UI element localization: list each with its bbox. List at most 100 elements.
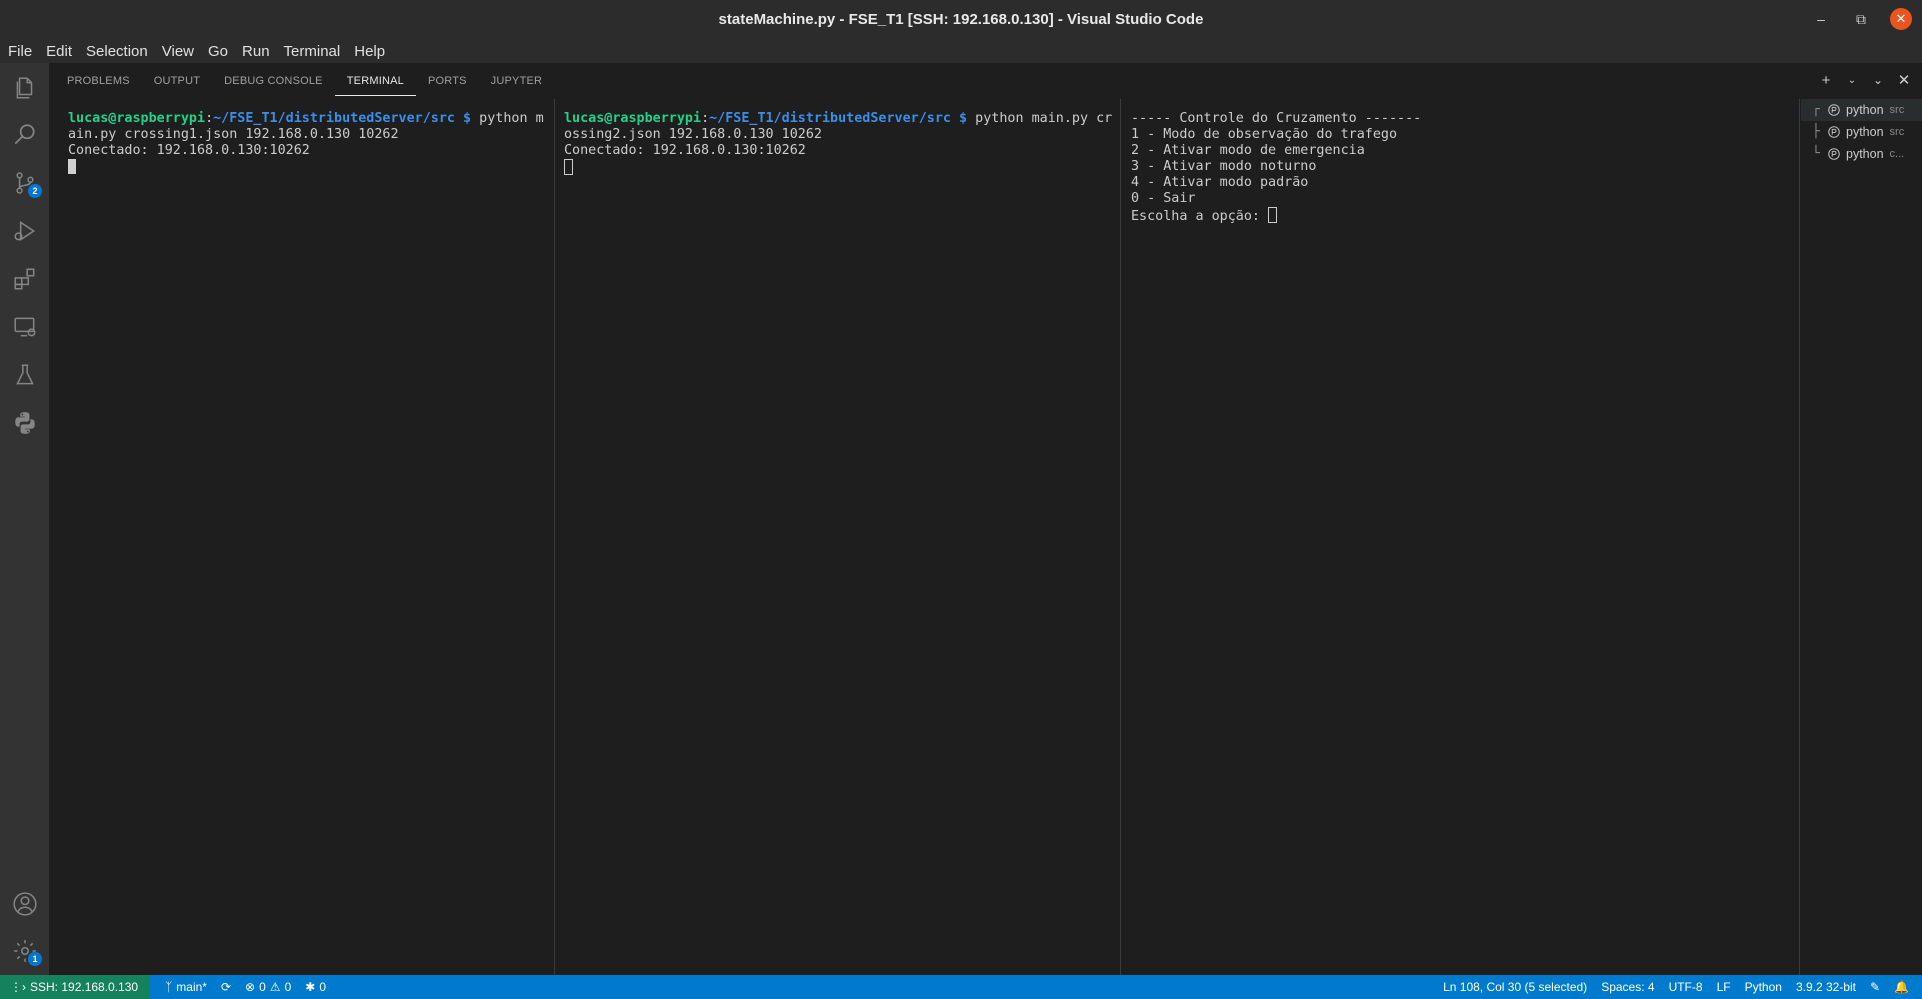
terminal-list-item[interactable]: ├ python src <box>1801 121 1922 143</box>
end-of-line[interactable]: LF <box>1710 975 1738 999</box>
menu-line: Escolha a opção: <box>1131 207 1799 224</box>
terminal-list-item[interactable]: ┌ python src <box>1801 99 1922 121</box>
python-icon <box>1828 104 1840 116</box>
command-text: python main.py cr <box>975 111 1113 126</box>
menu-line: 0 - Sair <box>1131 191 1196 206</box>
menu-line: 1 - Modo de observação do trafego <box>1131 127 1398 142</box>
window-title: stateMachine.py - FSE_T1 [SSH: 192.168.0… <box>718 11 1204 28</box>
tree-connector: └ <box>1812 146 1820 161</box>
terminal-line: Conectado: 192.168.0.130:10262 <box>68 143 310 158</box>
menu-line: 2 - Ativar modo de emergencia <box>1131 143 1365 158</box>
tab-problems[interactable]: PROBLEMS <box>67 73 142 95</box>
problems-indicator[interactable]: ⊗ 0 ⚠ 0 <box>238 975 298 999</box>
testing-icon[interactable] <box>0 353 49 397</box>
launch-profile-icon[interactable]: ⌄ <box>1844 75 1860 86</box>
language-mode[interactable]: Python <box>1738 975 1789 999</box>
prompt-dollar: $ <box>454 111 480 126</box>
branch-indicator[interactable]: ᛉ main* <box>158 975 214 999</box>
terminal-line: Conectado: 192.168.0.130:10262 <box>564 143 806 158</box>
branch-label: main* <box>176 980 207 994</box>
extensions-icon[interactable] <box>0 257 49 301</box>
manage-icon[interactable] <box>0 929 49 973</box>
warning-count: 0 <box>284 980 292 994</box>
option-prompt: Escolha a opção: <box>1131 209 1269 224</box>
close-panel-icon[interactable]: ✕ <box>1896 71 1912 89</box>
cursor-position[interactable]: Ln 108, Col 30 (5 selected) <box>1436 975 1594 999</box>
prompt-path: ~/FSE_T1/distributedServer/src <box>709 111 951 126</box>
remote-indicator[interactable]: ⋮› SSH: 192.168.0.130 <box>0 975 151 999</box>
prompt-user: lucas@raspberrypi <box>68 111 206 126</box>
terminal-list: ┌ python src ├ python src └ python c... <box>1801 99 1922 165</box>
prompt-path: ~/FSE_T1/distributedServer/src <box>213 111 455 126</box>
terminal-line: ain.py crossing1.json 192.168.0.130 1026… <box>68 127 399 142</box>
menu-selection[interactable]: Selection <box>82 43 154 60</box>
terminal-desc: src <box>1889 104 1905 116</box>
tab-jupyter[interactable]: JUPYTER <box>479 73 555 95</box>
python-interpreter[interactable]: 3.9.2 32-bit <box>1789 975 1863 999</box>
source-control-icon[interactable] <box>0 161 49 205</box>
menu-edit[interactable]: Edit <box>42 43 78 60</box>
terminal-pane-3[interactable]: ----- Controle do Cruzamento ------- 1 - … <box>1121 99 1800 975</box>
search-icon[interactable] <box>0 113 49 157</box>
terminal-cursor <box>1268 207 1278 223</box>
remote-explorer-icon[interactable] <box>0 305 49 349</box>
terminal-desc: src <box>1889 126 1905 138</box>
remote-label: SSH: 192.168.0.130 <box>30 980 139 994</box>
accounts-icon[interactable] <box>0 882 49 926</box>
menu-view[interactable]: View <box>158 43 200 60</box>
menu-terminal[interactable]: Terminal <box>280 43 347 60</box>
panel-tabs: PROBLEMS OUTPUT DEBUG CONSOLE TERMINAL P… <box>67 73 554 96</box>
prompt-colon: : <box>205 111 214 126</box>
branch-icon: ᛉ <box>165 980 173 994</box>
tab-debug-console[interactable]: DEBUG CONSOLE <box>212 73 335 95</box>
error-icon: ⊗ <box>245 980 256 994</box>
python-icon[interactable] <box>0 401 49 445</box>
status-bar: ⋮› SSH: 192.168.0.130 ᛉ main* ⟳ ⊗ 0 ⚠ 0 … <box>0 975 1922 999</box>
prompt-colon: : <box>701 111 710 126</box>
tab-terminal[interactable]: TERMINAL <box>334 73 416 96</box>
terminal-pane-2[interactable]: lucas@raspberrypi:~/FSE_T1/distributedSe… <box>555 99 1121 975</box>
sync-button[interactable]: ⟳ <box>214 975 238 999</box>
terminal-name: python <box>1846 125 1884 139</box>
sync-icon: ⟳ <box>220 980 232 994</box>
title-bar: stateMachine.py - FSE_T1 [SSH: 192.168.0… <box>0 0 1922 40</box>
terminal-list-item[interactable]: └ python c... <box>1801 143 1922 165</box>
panel-actions: + ⌄ ⌄ ✕ <box>1818 71 1912 90</box>
source-control-badge: 2 <box>28 184 42 198</box>
prompt-dollar: $ <box>950 111 976 126</box>
menu-line: ----- Controle do Cruzamento ------- <box>1131 111 1422 126</box>
menu-line: 3 - Ativar modo noturno <box>1131 159 1317 174</box>
tab-output[interactable]: OUTPUT <box>142 73 212 95</box>
tree-connector: ├ <box>1812 124 1820 139</box>
menu-file[interactable]: File <box>4 43 38 60</box>
new-terminal-icon[interactable]: + <box>1818 72 1834 89</box>
feedback-icon[interactable]: ✎ <box>1863 975 1887 999</box>
terminal-line: lucas@raspberrypi:~/FSE_T1/distributedSe… <box>564 111 1120 127</box>
explorer-icon[interactable] <box>0 66 49 110</box>
encoding[interactable]: UTF-8 <box>1662 975 1710 999</box>
terminal-name: python <box>1846 147 1884 161</box>
tree-connector: ┌ <box>1812 102 1820 117</box>
terminal-panel: PROBLEMS OUTPUT DEBUG CONSOLE TERMINAL P… <box>49 63 1922 975</box>
close-icon[interactable]: ✕ <box>1890 8 1912 30</box>
maximize-panel-icon[interactable]: ⌄ <box>1870 73 1886 87</box>
terminal-pane-1[interactable]: lucas@raspberrypi:~/FSE_T1/distributedSe… <box>49 99 555 975</box>
window-controls: – ⧉ ✕ <box>1810 8 1912 30</box>
terminal-cursor <box>68 159 76 174</box>
menu-run[interactable]: Run <box>238 43 276 60</box>
broadcast-icon: ✱ <box>305 980 316 994</box>
ports-indicator[interactable]: ✱ 0 <box>298 975 333 999</box>
indentation[interactable]: Spaces: 4 <box>1594 975 1661 999</box>
terminal-name: python <box>1846 103 1884 117</box>
prompt-user: lucas@raspberrypi <box>564 111 702 126</box>
status-right: Ln 108, Col 30 (5 selected) Spaces: 4 UT… <box>1436 975 1922 999</box>
error-count: 0 <box>259 980 266 994</box>
ports-count: 0 <box>319 980 326 994</box>
restore-icon[interactable]: ⧉ <box>1850 8 1872 30</box>
minimize-icon[interactable]: – <box>1810 8 1832 30</box>
notifications-icon[interactable]: 🔔 <box>1887 975 1916 999</box>
run-debug-icon[interactable] <box>0 209 49 253</box>
menu-help[interactable]: Help <box>350 43 391 60</box>
tab-ports[interactable]: PORTS <box>416 73 479 95</box>
menu-go[interactable]: Go <box>204 43 234 60</box>
